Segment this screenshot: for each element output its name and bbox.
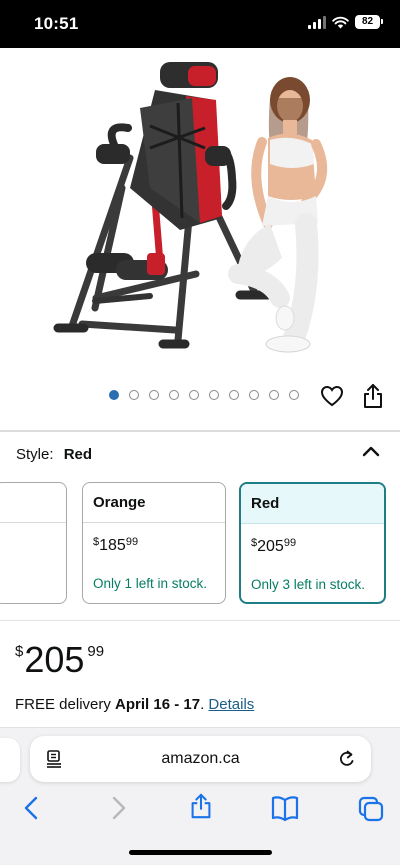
carousel-dot-6[interactable] [209, 390, 219, 400]
image-carousel-dots[interactable] [109, 390, 299, 400]
style-swatch-red[interactable]: Red $20599 Only 3 left in stock. [239, 482, 386, 604]
carousel-dot-8[interactable] [249, 390, 259, 400]
style-selected-value: Red [63, 446, 93, 463]
forward-arrow-icon[interactable] [103, 794, 133, 822]
price-cents: 99 [125, 536, 139, 548]
carousel-dot-10[interactable] [289, 390, 299, 400]
status-bar: 10:51 82 [0, 0, 400, 48]
book-icon[interactable] [270, 794, 300, 822]
style-swatch-orange[interactable]: Orange $18599 Only 1 left in stock. [82, 482, 226, 604]
delivery-prefix: FREE delivery [15, 696, 116, 713]
swatch-name: Orange [83, 483, 225, 523]
product-price: $ 205 99 [15, 640, 104, 680]
swatch-stock: Only 1 left in stock. [93, 576, 208, 591]
swatch-price: $18599 [83, 523, 225, 555]
reload-icon[interactable] [337, 749, 357, 769]
battery-icon: 82 [355, 15, 383, 29]
delivery-dates: April 16 - 17 [115, 696, 201, 713]
home-indicator[interactable] [129, 850, 272, 855]
delivery-info: FREE delivery April 16 - 17. Details [15, 696, 254, 713]
wifi-icon [332, 16, 349, 28]
section-divider [0, 430, 400, 432]
carousel-dot-9[interactable] [269, 390, 279, 400]
status-indicators: 82 [308, 15, 383, 29]
carousel-dot-4[interactable] [169, 390, 179, 400]
share-icon[interactable] [186, 792, 216, 820]
delivery-details-link[interactable]: Details [208, 696, 254, 713]
carousel-dot-1[interactable] [109, 390, 119, 400]
back-arrow-icon[interactable] [17, 794, 47, 822]
section-divider [0, 620, 400, 621]
carousel-dot-2[interactable] [129, 390, 139, 400]
style-swatch-partial[interactable] [0, 482, 67, 604]
tabs-icon[interactable] [356, 794, 386, 822]
heart-icon[interactable] [320, 384, 344, 408]
carousel-dot-7[interactable] [229, 390, 239, 400]
price-cents: 99 [283, 537, 297, 549]
chevron-up-icon[interactable] [362, 444, 380, 458]
product-image[interactable] [0, 48, 400, 378]
swatch-name: Red [241, 484, 384, 524]
swatch-price: $20599 [241, 524, 384, 556]
swatch-stock: Only 3 left in stock. [251, 577, 366, 592]
previous-tab-preview[interactable] [0, 738, 20, 782]
cellular-signal-icon [308, 15, 326, 29]
price-whole: 205 [257, 538, 284, 555]
price-currency: $ [15, 643, 24, 660]
url-text[interactable]: amazon.ca [30, 750, 371, 768]
price-whole: 185 [99, 537, 126, 554]
share-icon[interactable] [362, 383, 384, 409]
price-whole: 205 [24, 639, 85, 680]
carousel-dot-5[interactable] [189, 390, 199, 400]
price-cents: 99 [87, 643, 105, 660]
style-selector[interactable]: Style: Red [16, 446, 92, 463]
address-bar[interactable]: amazon.ca [30, 736, 371, 782]
status-time: 10:51 [34, 14, 79, 33]
carousel-dot-3[interactable] [149, 390, 159, 400]
swatch-name [0, 483, 66, 523]
inversion-table-illustration [53, 62, 327, 353]
style-label: Style: [16, 446, 54, 463]
